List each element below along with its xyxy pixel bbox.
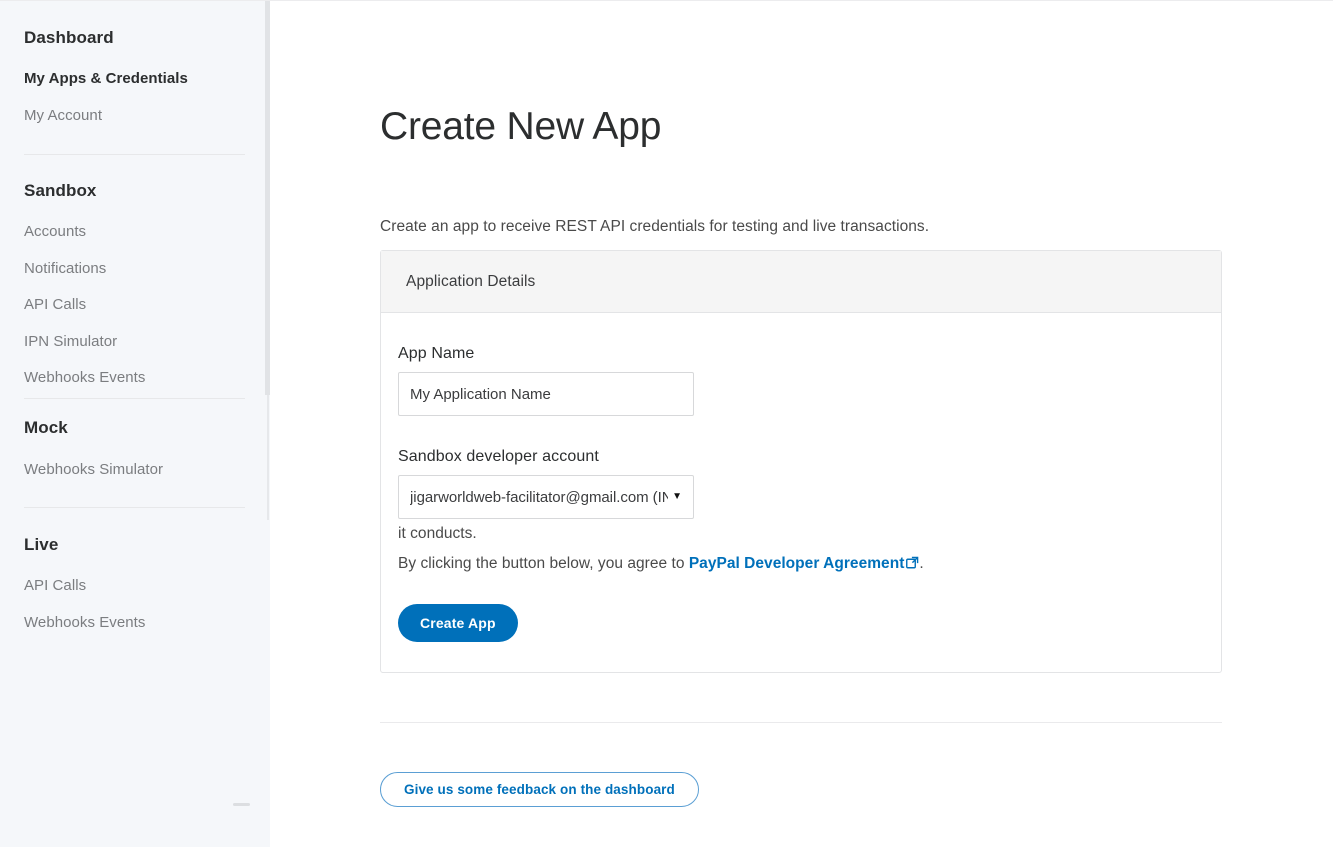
sidebar-section-sandbox: Sandbox bbox=[0, 181, 270, 201]
sidebar-divider-3 bbox=[24, 507, 245, 508]
top-hairline bbox=[0, 0, 1333, 1]
content-divider bbox=[380, 722, 1222, 723]
feedback-button[interactable]: Give us some feedback on the dashboard bbox=[380, 772, 699, 807]
sandbox-account-label: Sandbox developer account bbox=[398, 448, 1196, 466]
paypal-developer-agreement-link[interactable]: PayPal Developer Agreement bbox=[689, 555, 905, 572]
page-title: Create New App bbox=[380, 104, 661, 151]
sandbox-account-select-wrap: jigarworldweb-facilitator@gmail.com (IN … bbox=[398, 475, 694, 519]
chevron-down-icon: ▼ bbox=[672, 492, 682, 502]
sidebar: Dashboard My Apps & Credentials My Accou… bbox=[0, 0, 270, 847]
app-name-label: App Name bbox=[398, 345, 1196, 363]
sidebar-item-notifications[interactable]: Notifications bbox=[0, 260, 106, 278]
page-subtitle: Create an app to receive REST API creden… bbox=[380, 218, 929, 236]
sidebar-item-live-webhooks-events[interactable]: Webhooks Events bbox=[0, 614, 145, 632]
sidebar-item-my-account[interactable]: My Account bbox=[0, 107, 102, 125]
sidebar-item-webhooks-simulator[interactable]: Webhooks Simulator bbox=[0, 461, 163, 479]
sidebar-item-ipn-simulator[interactable]: IPN Simulator bbox=[0, 333, 117, 351]
panel-header-title: Application Details bbox=[406, 273, 535, 291]
legal-text-prefix: By clicking the button below, you agree … bbox=[398, 555, 689, 572]
sidebar-heading-sandbox: Sandbox bbox=[0, 181, 270, 201]
sidebar-item-my-apps-and-credentials[interactable]: My Apps & Credentials bbox=[0, 70, 188, 88]
sidebar-item-accounts[interactable]: Accounts bbox=[0, 223, 86, 241]
legal-text-line-2: By clicking the button below, you agree … bbox=[398, 549, 1196, 580]
sidebar-section-mock: Mock bbox=[0, 418, 270, 438]
sidebar-section-live: Live bbox=[0, 535, 270, 555]
sidebar-item-sandbox-webhooks-events[interactable]: Webhooks Events bbox=[0, 369, 145, 387]
application-details-panel: Application Details App Name Sandbox dev… bbox=[380, 250, 1222, 673]
sandbox-account-selected-value: jigarworldweb-facilitator@gmail.com (IN bbox=[410, 489, 668, 506]
sidebar-section-dashboard: Dashboard bbox=[0, 28, 270, 48]
app-name-input[interactable] bbox=[398, 372, 694, 416]
sidebar-collapse-handle[interactable] bbox=[233, 803, 250, 806]
sidebar-divider-1 bbox=[24, 154, 245, 155]
sidebar-item-live-api-calls[interactable]: API Calls bbox=[0, 577, 86, 595]
sidebar-heading-live: Live bbox=[0, 535, 270, 555]
main-content: Create New App Create an app to receive … bbox=[270, 0, 1333, 847]
sandbox-account-select[interactable]: jigarworldweb-facilitator@gmail.com (IN … bbox=[398, 475, 694, 519]
sidebar-heading-dashboard: Dashboard bbox=[0, 28, 270, 48]
panel-body: App Name Sandbox developer account jigar… bbox=[381, 345, 1221, 672]
sidebar-item-sandbox-api-calls[interactable]: API Calls bbox=[0, 296, 86, 314]
sidebar-divider-2 bbox=[24, 398, 245, 399]
create-app-button[interactable]: Create App bbox=[398, 604, 518, 642]
sidebar-scrollbar-track[interactable] bbox=[267, 395, 269, 520]
legal-text-suffix: . bbox=[919, 555, 923, 572]
paypal-developer-agreement-link-label: PayPal Developer Agreement bbox=[689, 555, 905, 572]
sidebar-heading-mock: Mock bbox=[0, 418, 270, 438]
legal-text-line-1: it conducts. bbox=[398, 519, 1196, 549]
panel-header: Application Details bbox=[381, 251, 1221, 313]
external-link-icon bbox=[906, 550, 919, 580]
